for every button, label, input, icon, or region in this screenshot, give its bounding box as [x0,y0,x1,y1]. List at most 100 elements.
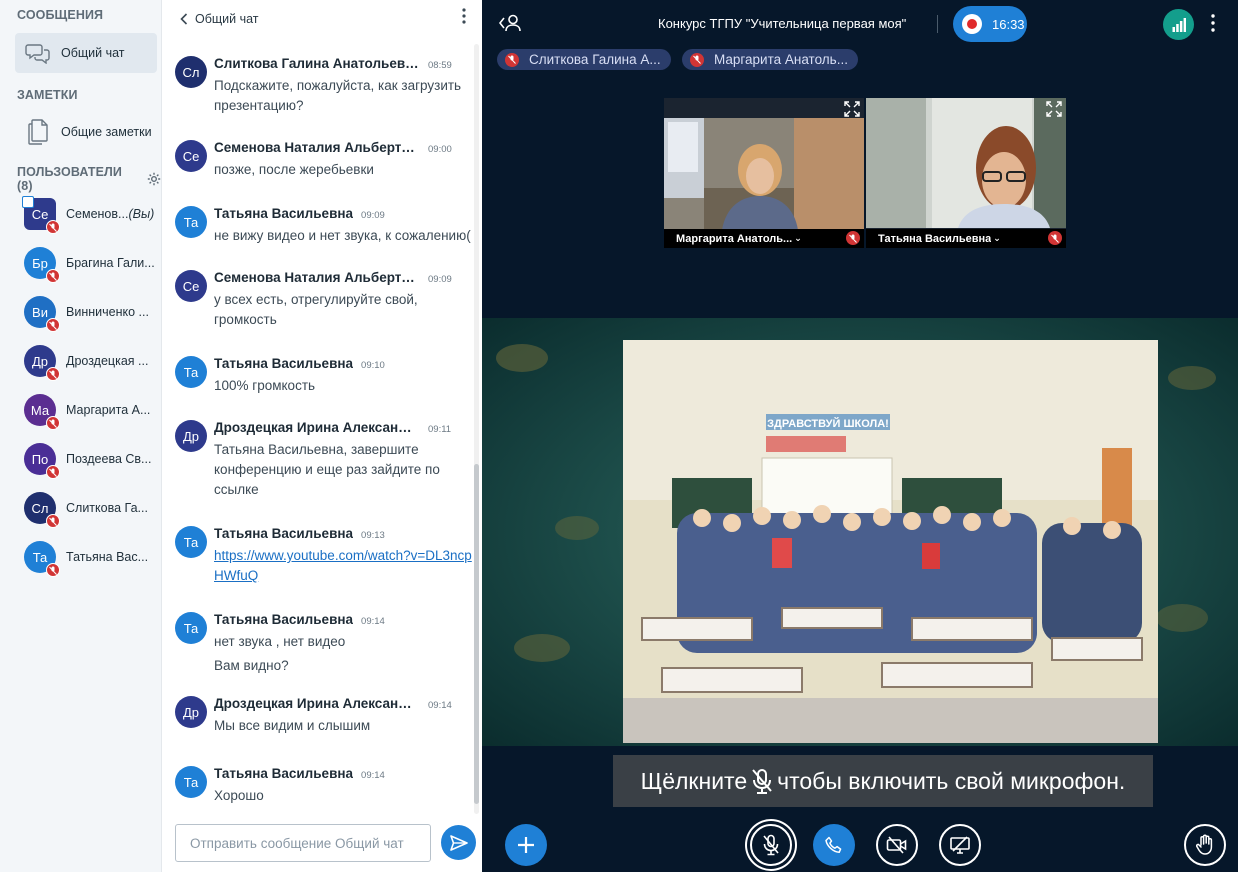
shared-notes-item[interactable]: Общие заметки [15,112,157,152]
expand-icon[interactable] [844,101,860,117]
message-sender: Татьяна Васильевна [214,356,354,371]
message-time: 09:09 [428,274,452,285]
webcam-label[interactable]: Маргарита Анатоль... ⌄ [664,229,864,248]
muted-mic-icon [690,52,704,67]
muted-mic-icon [46,269,60,283]
unmute-hint: Щёлкните чтобы включить свой микрофон. [613,755,1153,807]
user-list-item[interactable]: Бр Брагина Гали... [24,245,162,283]
message-avatar: Та [175,612,207,644]
message-avatar: Та [175,206,207,238]
notes-icon [15,119,61,145]
user-name-text: Слиткова Га... [66,501,148,515]
raise-hand-button[interactable] [1184,824,1226,866]
message-time: 09:09 [361,210,385,221]
message-list: Сл Слиткова Галина Анатольевна 08:59 Подска… [162,44,474,814]
user-list-item[interactable]: Ви Винниченко ... [24,294,162,332]
chat-options-icon[interactable] [462,8,466,29]
connection-status-button[interactable] [1163,9,1194,40]
gear-icon[interactable] [147,172,161,186]
plus-icon [517,836,535,854]
message-sender: Семенова Наталия Альбертовна [214,140,420,155]
hint-text-after: чтобы включить свой микрофон. [777,767,1126,794]
recording-indicator[interactable]: 16:33 [953,6,1027,42]
public-chat-label: Общий чат [61,46,125,60]
message-avatar: Др [175,696,207,728]
webcam-tile[interactable]: Маргарита Анатоль... ⌄ [664,98,864,248]
talking-indicator[interactable]: Слиткова Галина А... [497,49,671,70]
options-menu-icon[interactable] [1211,14,1215,37]
leave-audio-button[interactable] [813,824,855,866]
message-header: Дроздецкая Ирина Александровна 09:14 [214,696,474,711]
message-sender: Дроздецкая Ирина Александровна [214,420,420,435]
user-name: Винниченко ... [66,305,149,319]
screen-share-off-icon [949,836,971,854]
screenshare-view[interactable]: ЗДРАВСТВУЙ ШКОЛА! [482,318,1238,746]
message-text: нет звука , нет видео [214,634,346,649]
message-text: позже, после жеребьевки [214,162,374,177]
share-screen-button[interactable] [939,824,981,866]
muted-mic-icon [505,52,519,67]
webcam-video [866,98,1066,228]
share-webcam-button[interactable] [876,824,918,866]
chat-scrollbar[interactable] [474,44,479,814]
user-name: Семенов...(Вы) [66,207,154,221]
user-list-item[interactable]: Ма Маргарита А... [24,392,162,430]
user-name: Брагина Гали... [66,256,155,270]
message-sender: Слиткова Галина Анатольевна [214,56,420,71]
webcam-user-name: Маргарита Анатоль... [676,232,793,245]
message-text: Татьяна Васильевна, завершите конференци… [214,442,440,497]
chevron-down-icon: ⌄ [794,233,802,243]
user-list-item[interactable]: Та Татьяна Вас... [24,539,162,577]
webcam-user-name: Татьяна Васильевна [878,232,992,245]
messages-section-title: СООБЩЕНИЯ [17,8,104,22]
message-time: 09:13 [361,530,385,541]
user-name-text: Поздеева Св... [66,452,152,466]
microphone-off-icon [762,834,780,856]
muted-mic-icon [46,367,60,381]
toggle-userlist-icon[interactable] [498,13,521,38]
user-list-item[interactable]: Се Семенов...(Вы) [22,196,162,234]
expand-icon[interactable] [1046,101,1062,117]
user-list-item[interactable]: Др Дроздецкая ... [24,343,162,381]
message-text: https://www.youtube.com/watch?v=DL3ncpHW… [214,546,474,586]
hint-text-before: Щёлкните [640,767,748,794]
public-chat-item[interactable]: Общий чат [15,33,157,73]
chat-title[interactable]: Общий чат [195,12,259,26]
message-avatar: Та [175,766,207,798]
message-header: Татьяна Васильевна 09:14 [214,766,474,781]
message-avatar: Се [175,270,207,302]
message-avatar: Сл [175,56,207,88]
message-link[interactable]: https://www.youtube.com/watch?v=DL3ncpHW… [214,548,472,583]
webcam-label[interactable]: Татьяна Васильевна ⌄ [866,229,1066,248]
user-name: Поздеева Св... [66,452,151,466]
message-header: Семенова Наталия Альбертовна 09:09 [214,270,474,285]
send-message-button[interactable] [441,825,476,860]
message-text: Хорошо [214,788,264,803]
user-name-text: Маргарита А... [66,403,151,417]
talker-name: Маргарита Анатоль... [714,52,848,67]
message-text: у всех есть, отрегулируйте свой, громкос… [214,292,418,327]
chat-icon [15,42,61,64]
actions-plus-button[interactable] [505,824,547,866]
webcam-tile[interactable]: Татьяна Васильевна ⌄ [866,98,1066,248]
message-time: 09:11 [428,424,452,435]
recording-time: 16:33 [992,16,1025,32]
chat-message-input[interactable] [175,824,431,862]
talking-indicator[interactable]: Маргарита Анатоль... [682,49,858,70]
message-sender: Дроздецкая Ирина Александровна [214,696,420,711]
user-list-item[interactable]: Сл Слиткова Га... [24,490,162,528]
phone-icon [825,836,843,854]
user-list-item[interactable]: По Поздеева Св... [24,441,162,479]
message-header: Татьяна Васильевна 09:10 [214,356,474,371]
chevron-left-icon[interactable] [180,13,188,25]
send-icon [449,834,468,851]
message-avatar: Та [175,526,207,558]
shared-notes-label: Общие заметки [61,125,152,139]
unmute-microphone-button[interactable] [750,824,792,866]
record-icon [962,14,982,34]
users-section-header: ПОЛЬЗОВАТЕЛИ (8) [17,165,161,193]
chat-panel: Общий чат Сл Слиткова Галина Анатольевна 0… [162,0,482,872]
chat-scrollbar-thumb[interactable] [474,464,479,804]
muted-mic-icon [846,231,860,245]
user-name-text: Татьяна Вас... [66,550,149,564]
